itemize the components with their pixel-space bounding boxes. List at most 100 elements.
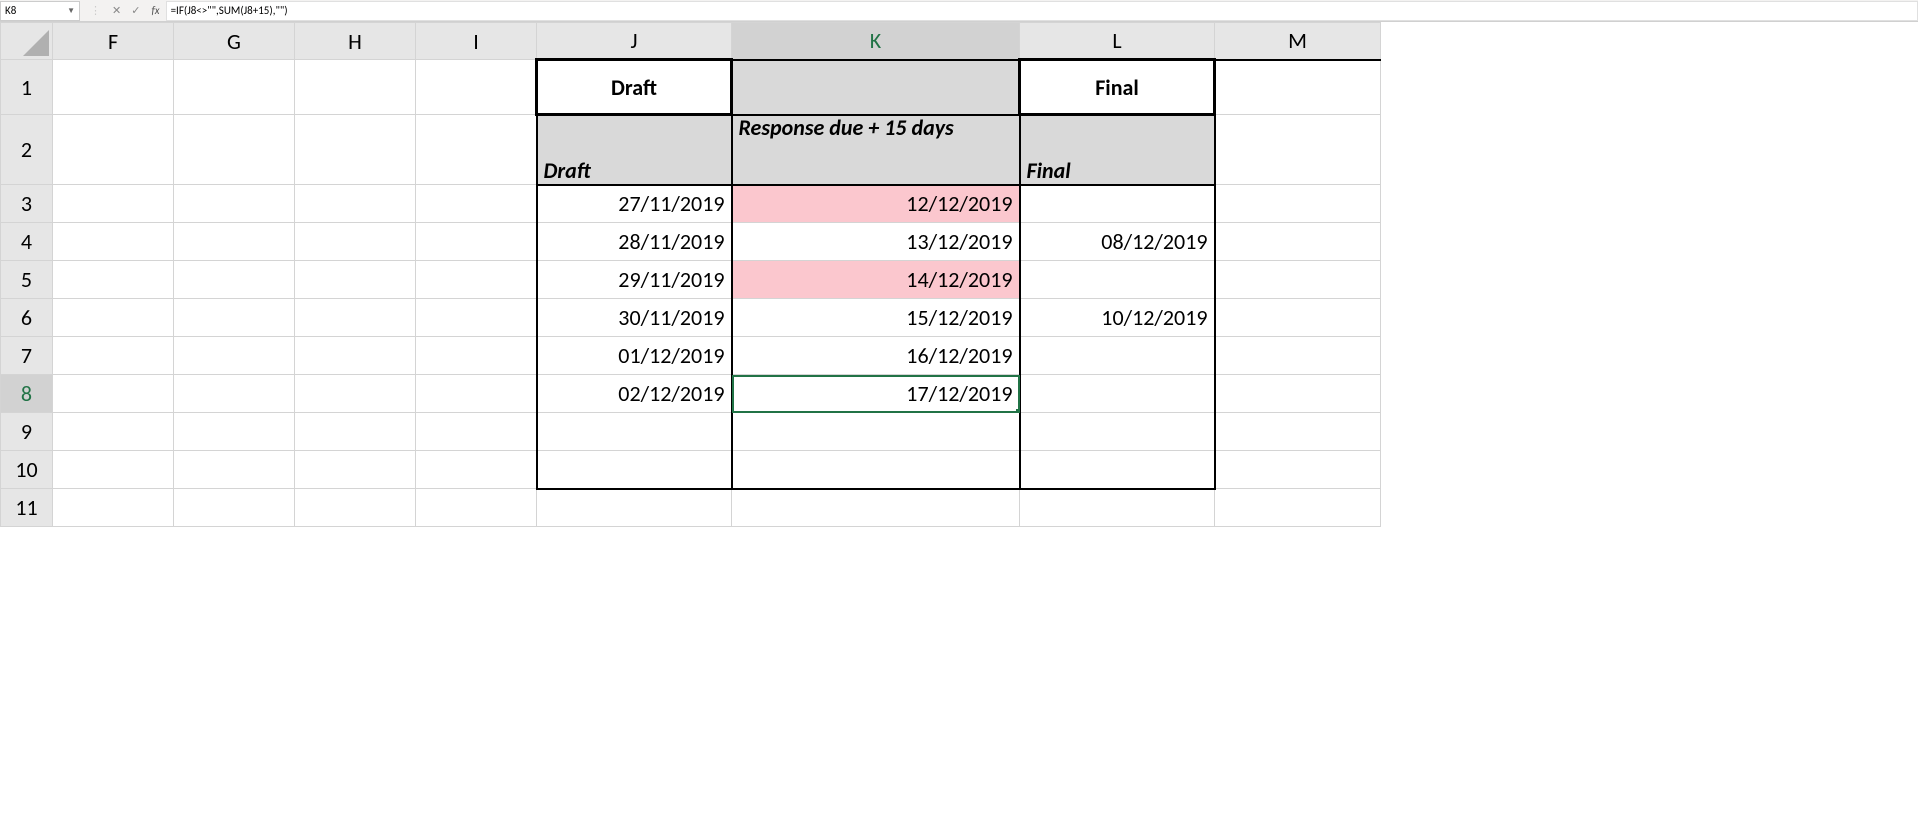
cell-I8[interactable] xyxy=(416,375,537,413)
cell-J11[interactable] xyxy=(537,489,732,527)
cell-K10[interactable] xyxy=(732,451,1020,489)
row-header-6[interactable]: 6 xyxy=(1,299,53,337)
cell-M7[interactable] xyxy=(1215,337,1381,375)
cell-J5[interactable]: 29/11/2019 xyxy=(537,261,732,299)
cell-G6[interactable] xyxy=(174,299,295,337)
col-header-L[interactable]: L xyxy=(1020,23,1215,60)
enter-icon[interactable]: ✓ xyxy=(126,4,145,17)
cell-I4[interactable] xyxy=(416,223,537,261)
cell-I3[interactable] xyxy=(416,185,537,223)
col-header-F[interactable]: F xyxy=(53,23,174,60)
cell-H2[interactable] xyxy=(295,115,416,185)
row-header-8[interactable]: 8 xyxy=(1,375,53,413)
cell-H8[interactable] xyxy=(295,375,416,413)
cell-J7[interactable]: 01/12/2019 xyxy=(537,337,732,375)
cell-M5[interactable] xyxy=(1215,261,1381,299)
cell-I9[interactable] xyxy=(416,413,537,451)
cell-G5[interactable] xyxy=(174,261,295,299)
col-header-H[interactable]: H xyxy=(295,23,416,60)
cell-I10[interactable] xyxy=(416,451,537,489)
cell-L11[interactable] xyxy=(1020,489,1215,527)
cell-M9[interactable] xyxy=(1215,413,1381,451)
cell-F1[interactable] xyxy=(53,60,174,115)
cell-L8[interactable] xyxy=(1020,375,1215,413)
name-box[interactable]: K8 ▼ xyxy=(0,1,80,21)
cell-G11[interactable] xyxy=(174,489,295,527)
row-header-10[interactable]: 10 xyxy=(1,451,53,489)
cell-F2[interactable] xyxy=(53,115,174,185)
row-header-11[interactable]: 11 xyxy=(1,489,53,527)
cell-K9[interactable] xyxy=(732,413,1020,451)
cell-J6[interactable]: 30/11/2019 xyxy=(537,299,732,337)
cell-J10[interactable] xyxy=(537,451,732,489)
cell-M6[interactable] xyxy=(1215,299,1381,337)
cell-K5[interactable]: 14/12/2019 xyxy=(732,261,1020,299)
cell-I7[interactable] xyxy=(416,337,537,375)
col-header-K[interactable]: K xyxy=(732,23,1020,60)
cancel-icon[interactable]: ✕ xyxy=(107,4,126,17)
cell-H3[interactable] xyxy=(295,185,416,223)
cell-G10[interactable] xyxy=(174,451,295,489)
cell-I6[interactable] xyxy=(416,299,537,337)
cell-F4[interactable] xyxy=(53,223,174,261)
cell-L9[interactable] xyxy=(1020,413,1215,451)
cell-K4[interactable]: 13/12/2019 xyxy=(732,223,1020,261)
row-header-2[interactable]: 2 xyxy=(1,115,53,185)
cell-L10[interactable] xyxy=(1020,451,1215,489)
row-header-4[interactable]: 4 xyxy=(1,223,53,261)
cell-G8[interactable] xyxy=(174,375,295,413)
cell-I5[interactable] xyxy=(416,261,537,299)
cell-J2[interactable]: Draft xyxy=(537,115,732,185)
cell-F7[interactable] xyxy=(53,337,174,375)
cell-G3[interactable] xyxy=(174,185,295,223)
cell-J9[interactable] xyxy=(537,413,732,451)
cell-J8[interactable]: 02/12/2019 xyxy=(537,375,732,413)
formula-input[interactable]: =IF(J8<>"",SUM(J8+15),"") xyxy=(166,1,1918,21)
cell-M8[interactable] xyxy=(1215,375,1381,413)
cell-L6[interactable]: 10/12/2019 xyxy=(1020,299,1215,337)
cell-M11[interactable] xyxy=(1215,489,1381,527)
cell-H6[interactable] xyxy=(295,299,416,337)
col-header-G[interactable]: G xyxy=(174,23,295,60)
cell-F5[interactable] xyxy=(53,261,174,299)
row-header-3[interactable]: 3 xyxy=(1,185,53,223)
cell-K2[interactable]: Response due + 15 days xyxy=(732,115,1020,185)
cell-L7[interactable] xyxy=(1020,337,1215,375)
cell-F3[interactable] xyxy=(53,185,174,223)
cell-H9[interactable] xyxy=(295,413,416,451)
cell-G7[interactable] xyxy=(174,337,295,375)
cell-H4[interactable] xyxy=(295,223,416,261)
cell-L2[interactable]: Final xyxy=(1020,115,1215,185)
row-header-5[interactable]: 5 xyxy=(1,261,53,299)
cell-M3[interactable] xyxy=(1215,185,1381,223)
chevron-down-icon[interactable]: ▼ xyxy=(67,6,75,16)
row-header-1[interactable]: 1 xyxy=(1,60,53,115)
cell-M2[interactable] xyxy=(1215,115,1381,185)
cell-G2[interactable] xyxy=(174,115,295,185)
cell-M1[interactable] xyxy=(1215,60,1381,115)
cell-H10[interactable] xyxy=(295,451,416,489)
cell-G4[interactable] xyxy=(174,223,295,261)
cell-L4[interactable]: 08/12/2019 xyxy=(1020,223,1215,261)
cell-K7[interactable]: 16/12/2019 xyxy=(732,337,1020,375)
select-all-corner[interactable] xyxy=(1,23,53,60)
cell-H1[interactable] xyxy=(295,60,416,115)
cell-G9[interactable] xyxy=(174,413,295,451)
cell-K3[interactable]: 12/12/2019 xyxy=(732,185,1020,223)
cell-F11[interactable] xyxy=(53,489,174,527)
row-header-7[interactable]: 7 xyxy=(1,337,53,375)
cell-I1[interactable] xyxy=(416,60,537,115)
cell-L1[interactable]: Final xyxy=(1020,60,1215,115)
row-header-9[interactable]: 9 xyxy=(1,413,53,451)
cell-M4[interactable] xyxy=(1215,223,1381,261)
cell-K6[interactable]: 15/12/2019 xyxy=(732,299,1020,337)
cell-J4[interactable]: 28/11/2019 xyxy=(537,223,732,261)
col-header-J[interactable]: J xyxy=(537,23,732,60)
fx-label[interactable]: fx xyxy=(145,4,165,17)
cell-I11[interactable] xyxy=(416,489,537,527)
col-header-I[interactable]: I xyxy=(416,23,537,60)
cell-G1[interactable] xyxy=(174,60,295,115)
cell-F8[interactable] xyxy=(53,375,174,413)
cell-H11[interactable] xyxy=(295,489,416,527)
cell-F10[interactable] xyxy=(53,451,174,489)
